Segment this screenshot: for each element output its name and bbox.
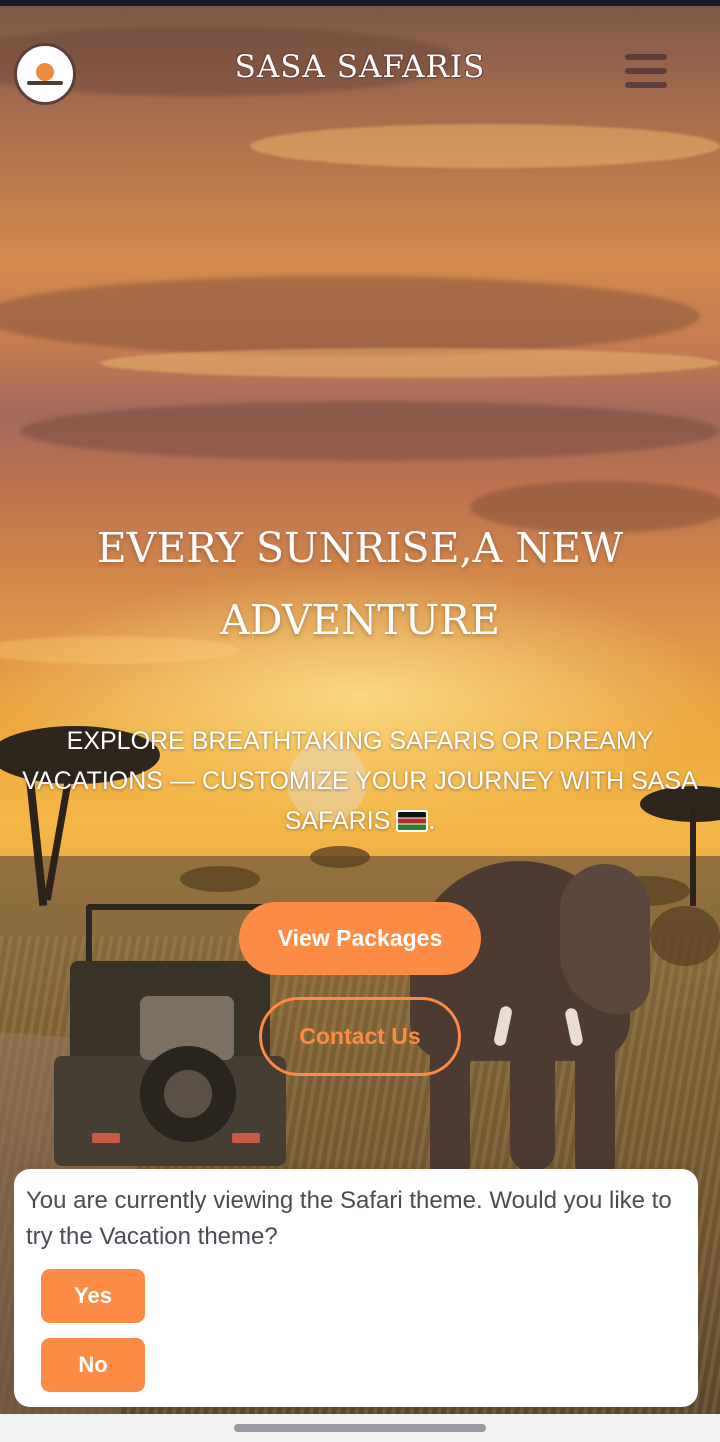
jeep-tail-light (232, 1133, 260, 1143)
jeep-tail-light (92, 1133, 120, 1143)
hamburger-menu-icon[interactable] (622, 51, 670, 91)
site-header: SASA SAFARIS (0, 6, 720, 144)
menu-bar-line (625, 54, 667, 60)
elephant-sunrise-logo-icon[interactable] (14, 43, 76, 105)
hero-subtitle-text: EXPLORE BREATHTAKING SAFARIS OR DREAMY V… (22, 727, 698, 835)
no-button[interactable]: No (41, 1338, 145, 1392)
elephant-ear (560, 864, 650, 1014)
contact-us-button[interactable]: Contact Us (259, 997, 461, 1076)
sky-cloud (100, 348, 720, 378)
kenya-flag-icon (396, 810, 429, 832)
bush (650, 906, 720, 966)
hero-title: EVERY SUNRISE,A NEW ADVENTURE (96, 524, 624, 644)
hero-subtitle-period: . (428, 807, 436, 835)
jeep-spare-wheel (140, 1046, 236, 1142)
hero-subtitle: EXPLORE BREATHTAKING SAFARIS OR DREAMY V… (20, 721, 700, 841)
sky-cloud (20, 401, 720, 461)
elephant-trunk (510, 991, 555, 1171)
elephant-leg (575, 1036, 615, 1176)
theme-switch-message: You are currently viewing the Safari the… (26, 1187, 672, 1250)
menu-bar-line (625, 82, 667, 88)
app-screen: SASA SAFARIS EVERY SUNRISE,A NEW ADVENTU… (0, 0, 720, 1442)
theme-switch-dialog: You are currently viewing the Safari the… (14, 1169, 698, 1407)
gesture-navigation-handle[interactable] (234, 1424, 486, 1432)
site-title: SASA SAFARIS (234, 49, 486, 85)
menu-bar-line (625, 68, 667, 74)
logo-sun-shape (36, 63, 54, 81)
yes-button[interactable]: Yes (41, 1269, 145, 1323)
logo-ground-shape (27, 81, 63, 85)
view-packages-button[interactable]: View Packages (239, 902, 481, 975)
sky-cloud (0, 276, 700, 356)
bush (180, 866, 260, 892)
bush (310, 846, 370, 868)
